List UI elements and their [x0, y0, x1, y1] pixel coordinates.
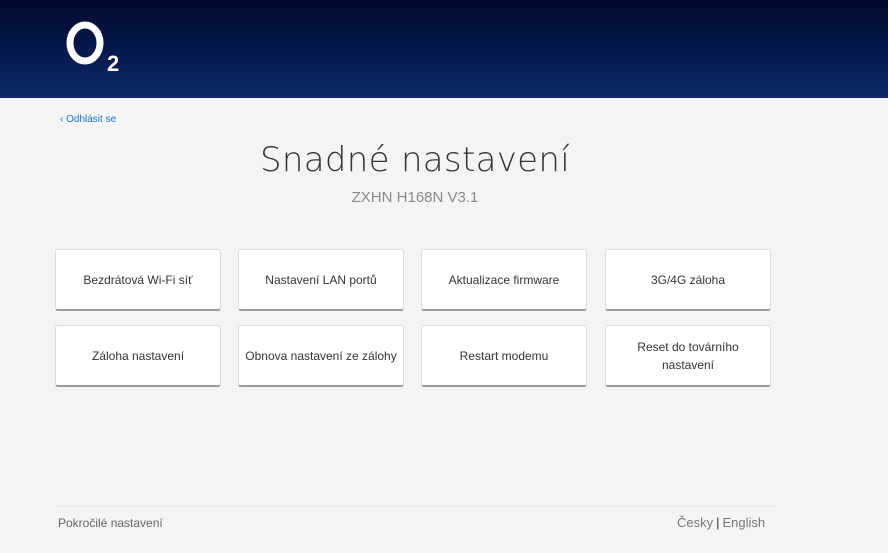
backup-settings-button[interactable]: Záloha nastavení — [55, 325, 221, 387]
firmware-update-button[interactable]: Aktualizace firmware — [421, 249, 587, 311]
language-switcher: Česky | English — [677, 515, 765, 530]
logout-link[interactable]: ‹ Odhlásit se — [60, 114, 116, 125]
page-title: Snadné nastavení — [260, 140, 570, 180]
device-model: ZXHN H168N V3.1 — [351, 189, 479, 206]
svg-text:2: 2 — [107, 51, 119, 76]
o2-logo-icon: 2 — [66, 21, 119, 76]
lang-separator: | — [716, 515, 720, 530]
footer-divider — [55, 506, 775, 507]
lan-ports-button[interactable]: Nastavení LAN portů — [238, 249, 404, 311]
advanced-settings-link[interactable]: Pokročilé nastavení — [58, 516, 163, 530]
backup-3g4g-button[interactable]: 3G/4G záloha — [605, 249, 771, 311]
lang-english-link[interactable]: English — [723, 515, 766, 530]
header-bar: 2 — [0, 0, 888, 98]
factory-reset-button[interactable]: Reset do továrního nastavení — [605, 325, 771, 387]
restore-settings-button[interactable]: Obnova nastavení ze zálohy — [238, 325, 404, 387]
wifi-settings-button[interactable]: Bezdrátová Wi-Fi síť — [55, 249, 221, 311]
restart-modem-button[interactable]: Restart modemu — [421, 325, 587, 387]
lang-czech-link[interactable]: Česky — [677, 515, 713, 530]
